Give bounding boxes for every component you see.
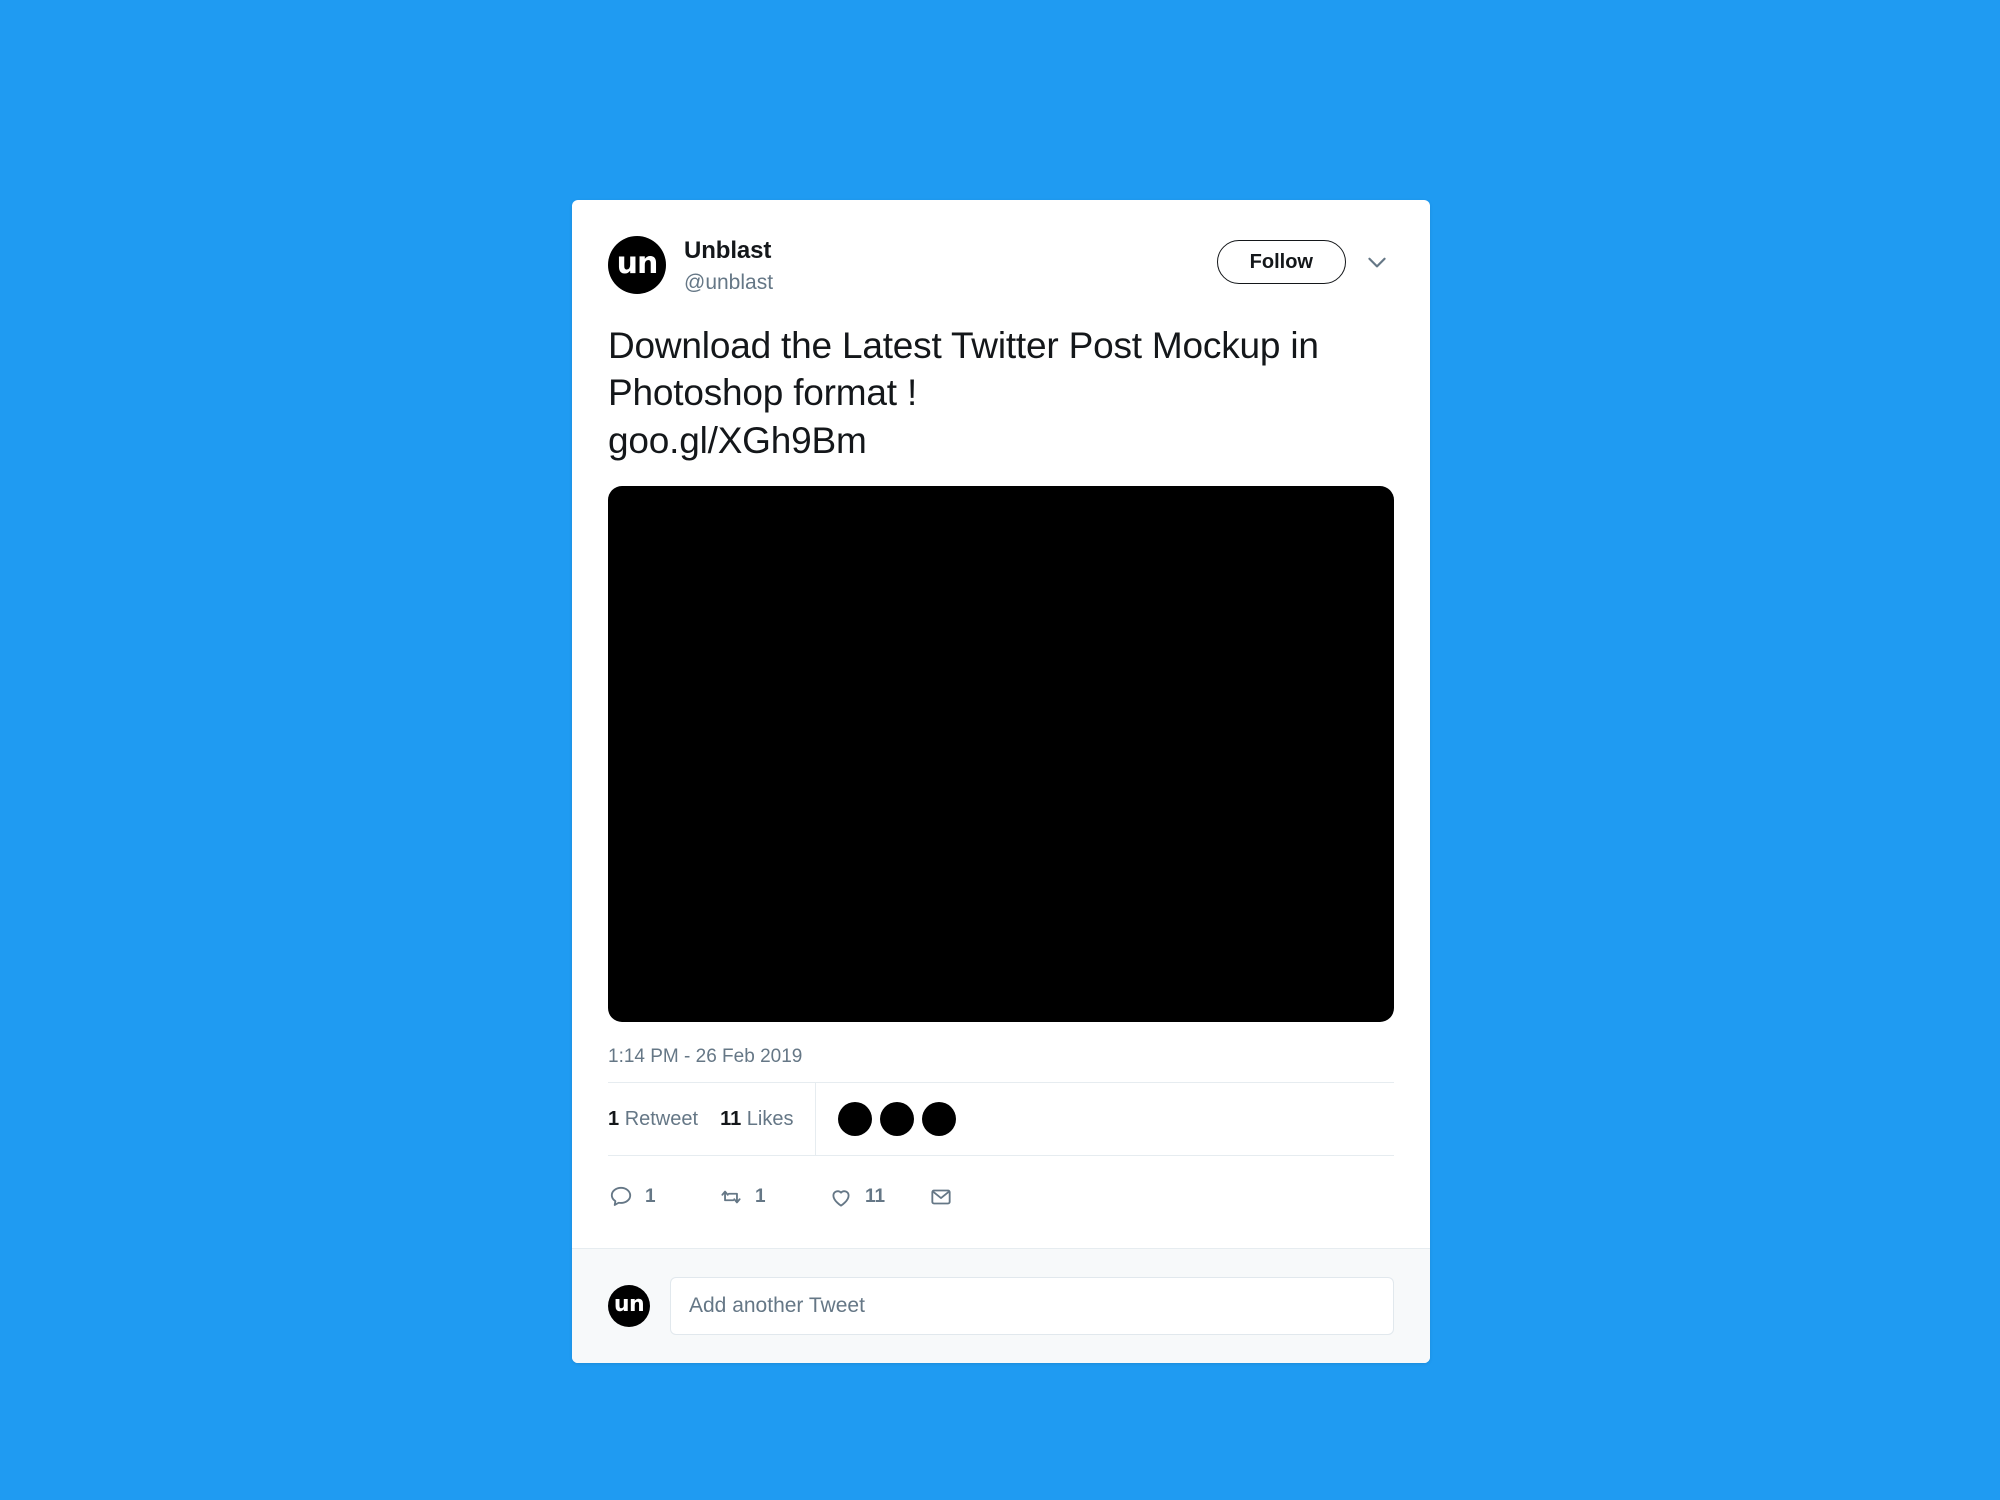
author-display-name[interactable]: Unblast [684,237,1217,266]
unblast-logo-icon: un [613,1292,645,1318]
composer-avatar[interactable]: un [608,1285,650,1328]
unblast-logo-icon: un [616,246,659,281]
author-avatar[interactable]: un [608,236,666,294]
liker-avatar[interactable] [838,1102,873,1137]
author-handle[interactable]: @unblast [684,269,1217,296]
like-count: 11 [720,1107,742,1130]
heart-icon [832,1190,850,1207]
tweet-stats-bar: 1 Retweet 11 Likes [608,1082,1394,1157]
retweet-stat[interactable]: 1 Retweet [608,1108,698,1131]
reply-composer: un [572,1248,1430,1364]
tweet-text: Download the Latest Twitter Post Mockup … [608,325,1319,461]
liker-avatars [816,1102,957,1137]
retweet-button[interactable]: 1 [718,1184,828,1210]
envelope-icon [931,1189,951,1205]
chevron-down-icon [1368,257,1386,268]
liker-avatar[interactable] [922,1102,957,1137]
reply-icon [610,1187,632,1207]
add-tweet-input[interactable] [670,1277,1394,1336]
header-actions: Follow [1216,236,1394,284]
like-button[interactable]: 11 [828,1184,928,1210]
tweet-action-bar: 1 1 11 [608,1156,1394,1248]
retweet-count: 1 [608,1107,620,1130]
tweet-media-image[interactable] [608,486,1394,1023]
direct-message-button[interactable] [928,1184,965,1210]
reply-button[interactable]: 1 [608,1184,718,1210]
retweet-count-action: 1 [755,1186,766,1208]
like-count-action: 11 [865,1186,886,1208]
retweet-label: Retweet [624,1107,699,1130]
author-identity: Unblast @unblast [684,236,1217,296]
like-stat[interactable]: 11 Likes [720,1108,793,1131]
like-label: Likes [746,1107,794,1130]
liker-avatar[interactable] [880,1102,915,1137]
tweet-timestamp[interactable]: 1:14 PM - 26 Feb 2019 [608,1046,1394,1082]
tweet-body: un Unblast @unblast Follow Download the [572,200,1430,1248]
tweet-stats-counts: 1 Retweet 11 Likes [608,1083,817,1156]
follow-button[interactable]: Follow [1216,240,1346,284]
tweet-options-button[interactable] [1360,245,1394,279]
reply-count: 1 [645,1186,656,1208]
page-background: un Unblast @unblast Follow Download the [0,0,2000,1500]
tweet-card: un Unblast @unblast Follow Download the [572,200,1430,1364]
tweet-header: un Unblast @unblast Follow [608,236,1394,296]
retweet-icon [721,1190,741,1204]
